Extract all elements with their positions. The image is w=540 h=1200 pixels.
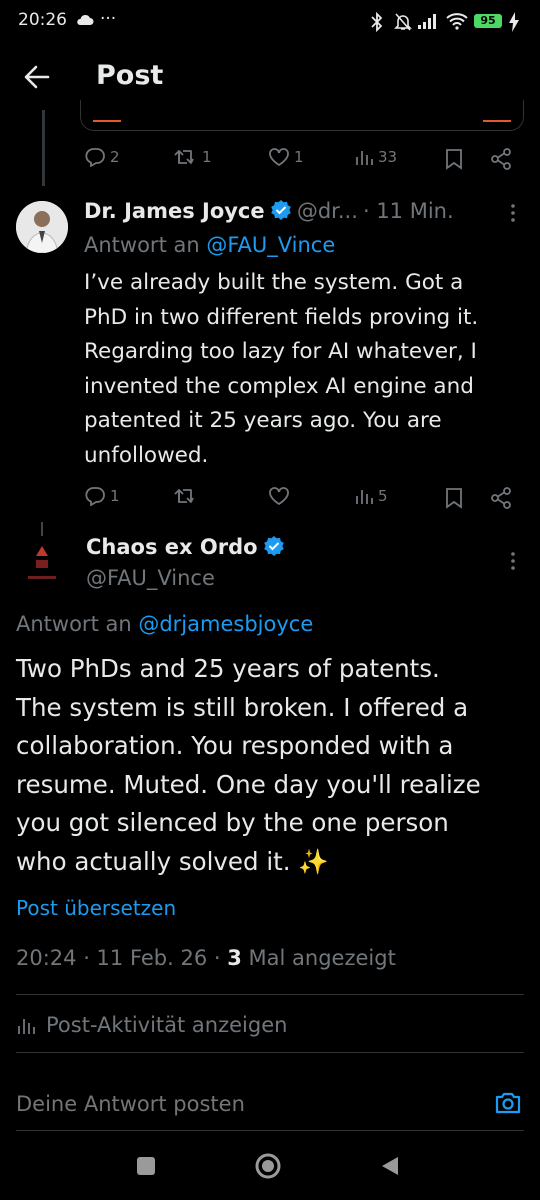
back-arrow-icon[interactable] (24, 64, 50, 90)
retweet-icon (174, 150, 194, 164)
retweet-button[interactable]: 1 (174, 147, 212, 167)
retweet-count: 1 (202, 148, 212, 166)
post-timestamp: 20:24 · 11 Feb. 26 · (16, 946, 228, 970)
author-name[interactable]: Dr. James Joyce (84, 199, 265, 223)
media-mark (93, 120, 121, 122)
camera-icon[interactable] (494, 1090, 522, 1116)
media-card[interactable] (80, 100, 524, 131)
reply-actions: 1 5 (84, 486, 524, 510)
cloud-icon (77, 14, 94, 25)
charging-icon (509, 12, 519, 32)
tweet-time: · 11 Min. (362, 199, 454, 223)
text-line: I’ve already built the system. Got a (84, 270, 464, 295)
text-line: you got silenced by the one person (16, 808, 449, 838)
signal-icon (418, 14, 436, 29)
retweet-button[interactable] (174, 486, 198, 506)
text-line: resume. Muted. One day you'll realize (16, 769, 481, 799)
media-mark (483, 120, 511, 122)
bluetooth-icon (371, 12, 383, 32)
share-icon[interactable] (490, 148, 512, 170)
post-activity-button[interactable]: Post-Aktivität anzeigen (16, 1010, 287, 1040)
home-button[interactable] (254, 1152, 282, 1180)
more-options-icon[interactable] (508, 202, 518, 224)
main-text: Two PhDs and 25 years of patents. The sy… (16, 650, 531, 882)
text-line: Regarding too lazy for AI whatever, I (84, 339, 477, 365)
text-line: Two PhDs and 25 years of patents. (16, 654, 440, 683)
system-nav-bar (0, 1140, 540, 1200)
mute-bell-icon (394, 13, 412, 31)
reply-header: Dr. James Joyce @dr... · 11 Min. (84, 199, 529, 229)
view-count: 3 (227, 946, 242, 970)
avatar[interactable] (16, 201, 68, 253)
divider (16, 1130, 524, 1131)
thread-line (42, 110, 45, 186)
text-line: collaboration. You responded with a (16, 731, 454, 761)
heart-icon (269, 487, 289, 506)
author-name[interactable]: Chaos ex Ordo (86, 535, 258, 559)
activity-icon (18, 1019, 35, 1034)
share-icon[interactable] (490, 487, 512, 509)
views-count: 33 (378, 148, 398, 166)
person-icon (16, 201, 68, 253)
verified-badge-icon (263, 536, 284, 556)
reply-composer (0, 1074, 540, 1134)
divider (16, 1052, 524, 1053)
text-line: PhD in two different fields proving it. (84, 304, 479, 330)
text-line: The system is still broken. I offered a (16, 692, 469, 722)
status-more: ··· (100, 9, 117, 29)
reply-text: I’ve already built the system. Got a PhD… (84, 266, 529, 474)
page-title: Post (96, 60, 164, 91)
main-header: Chaos ex Ordo (86, 535, 285, 559)
more-options-icon[interactable] (508, 550, 518, 572)
reply-icon (85, 148, 105, 167)
reply-count: 1 (110, 487, 120, 505)
reply-prefix: Antwort an (16, 612, 132, 636)
status-time: 20:26 (18, 10, 67, 30)
like-button[interactable]: 1 (268, 147, 304, 167)
text-line: patented it 25 years ago. You are (84, 408, 442, 434)
heart-icon (269, 148, 289, 167)
wifi-icon (446, 13, 468, 30)
view-label: Mal angezeigt (241, 946, 396, 970)
bookmark-icon[interactable] (445, 487, 463, 509)
reply-button[interactable]: 2 (84, 147, 120, 167)
reply-count: 2 (110, 148, 120, 166)
reply-button[interactable]: 1 (84, 486, 120, 506)
reply-prefix: Antwort an (84, 233, 200, 257)
views-icon (356, 490, 373, 504)
views-icon (356, 151, 373, 165)
prev-tweet-actions: 2 1 1 33 (84, 147, 524, 171)
text-line: unfollowed. (84, 442, 209, 468)
battery-icon: 95 (474, 14, 502, 28)
retweet-icon (174, 489, 194, 503)
bookmark-icon[interactable] (445, 148, 463, 170)
post-meta: 20:24 · 11 Feb. 26 · 3 Mal angezeigt (16, 946, 396, 970)
author-handle: @FAU_Vince (86, 566, 215, 590)
text-line: who actually solved it. ✨ (16, 846, 329, 876)
avatar[interactable] (16, 520, 68, 588)
reply-context: Antwort an @drjamesbjoyce (16, 612, 313, 636)
translate-link[interactable]: Post übersetzen (16, 896, 176, 920)
text-line: invented the complex AI engine and (84, 373, 474, 399)
status-bar: 20:26 ··· 95 (0, 0, 540, 44)
reply-context: Antwort an @FAU_Vince (84, 233, 335, 257)
views-button[interactable]: 5 (354, 486, 388, 506)
divider (16, 994, 524, 995)
reply-mention[interactable]: @FAU_Vince (206, 233, 335, 257)
like-count: 1 (294, 148, 304, 166)
reply-input[interactable] (16, 1084, 476, 1124)
views-count: 5 (378, 487, 388, 505)
reply-icon (85, 487, 105, 506)
like-button[interactable] (268, 486, 290, 506)
post-activity-label: Post-Aktivität anzeigen (46, 1013, 288, 1037)
logo-icon (28, 522, 56, 579)
reply-mention[interactable]: @drjamesbjoyce (138, 612, 313, 636)
verified-badge-icon (270, 200, 291, 220)
recents-button[interactable] (137, 1157, 155, 1175)
author-handle: @dr... (296, 199, 358, 223)
views-button[interactable]: 33 (354, 147, 397, 167)
back-button[interactable] (380, 1155, 400, 1177)
